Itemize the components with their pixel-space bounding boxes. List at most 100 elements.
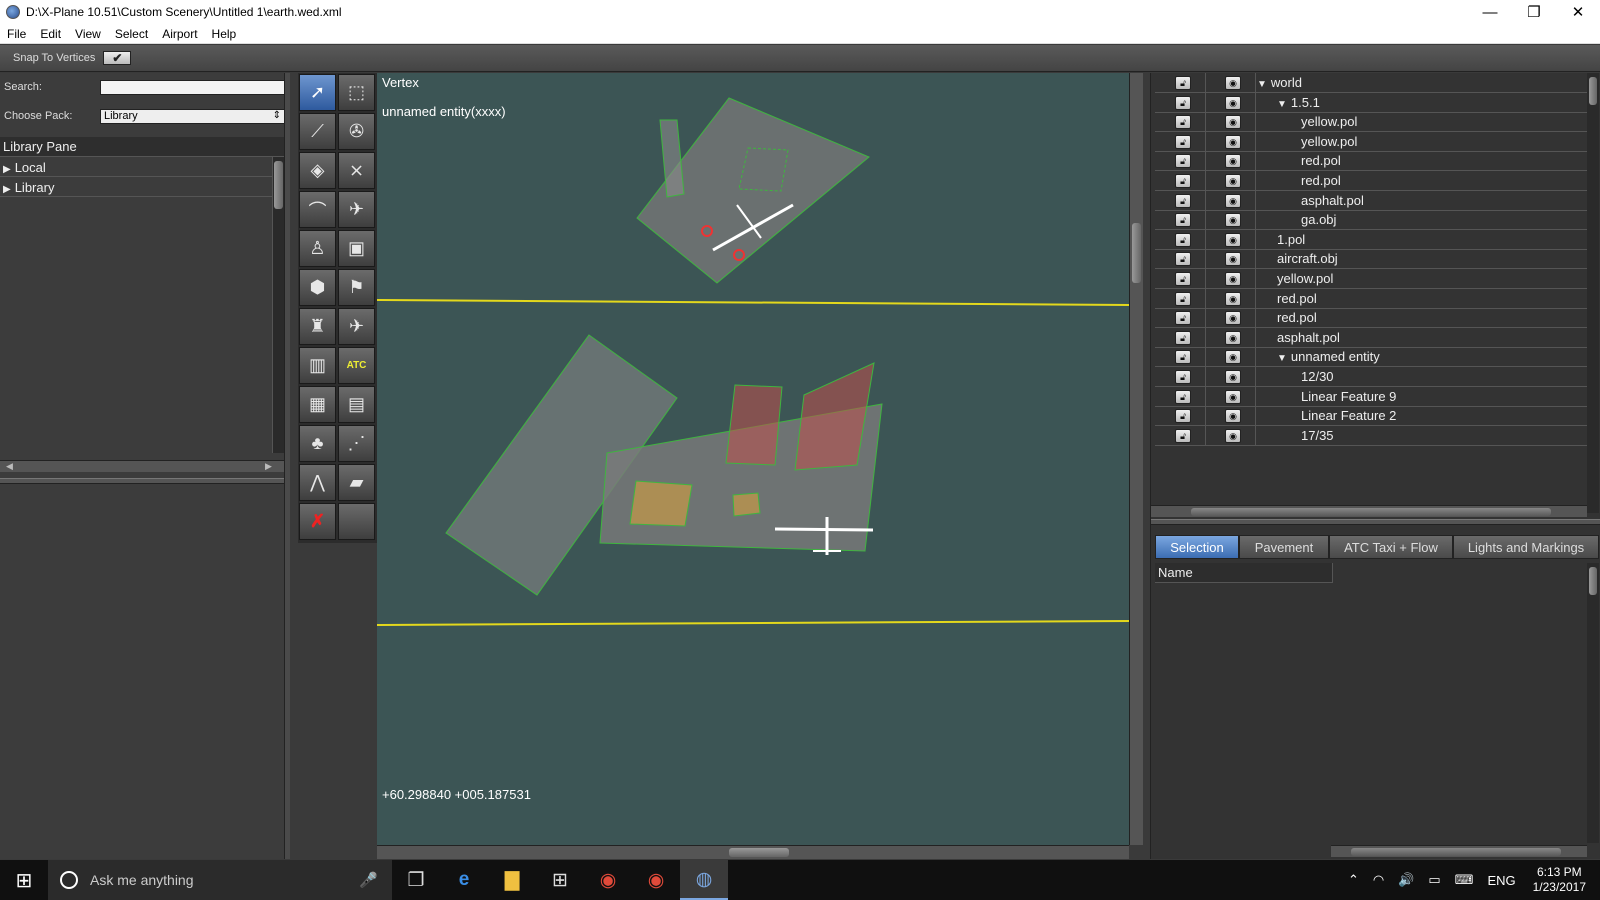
tab-atc-taxi-flow[interactable]: ATC Taxi + Flow bbox=[1329, 535, 1453, 559]
tower-tool-icon[interactable]: ♜ bbox=[299, 308, 336, 345]
lock-icon[interactable]: 🔓︎ bbox=[1175, 252, 1191, 267]
tree-row[interactable]: 🔓︎ ◉ yellow.pol bbox=[1155, 131, 1589, 152]
file-explorer-icon[interactable]: ▇ bbox=[488, 860, 536, 900]
tree-row[interactable]: 🔓︎ ◉ ▼ unnamed entity bbox=[1155, 347, 1589, 368]
task-view-icon[interactable]: ❐ bbox=[392, 860, 440, 900]
property-horizontal-scrollbar[interactable] bbox=[1331, 845, 1587, 857]
scroll-thumb[interactable] bbox=[1132, 223, 1141, 283]
menu-edit[interactable]: Edit bbox=[33, 27, 68, 41]
visibility-eye-icon[interactable]: ◉ bbox=[1225, 370, 1241, 384]
collapse-triangle-icon[interactable]: ▼ bbox=[1257, 79, 1267, 90]
visibility-eye-icon[interactable]: ◉ bbox=[1225, 291, 1241, 306]
expand-triangle-icon[interactable]: ▶ bbox=[3, 180, 11, 199]
yellow-polygon[interactable] bbox=[732, 492, 761, 517]
aircraft-tool-icon[interactable]: ✈ bbox=[338, 308, 375, 345]
line-tool-icon[interactable]: ▤ bbox=[338, 386, 375, 423]
vertex-tool-arrow-icon[interactable]: ➚ bbox=[299, 74, 336, 111]
tab-lights-and-markings[interactable]: Lights and Markings bbox=[1453, 535, 1599, 559]
search-input[interactable] bbox=[100, 79, 286, 95]
minimize-button[interactable]: — bbox=[1468, 0, 1512, 24]
scroll-thumb[interactable] bbox=[1351, 848, 1561, 856]
scroll-left-icon[interactable]: ◀ bbox=[6, 461, 13, 472]
tree-row[interactable]: 🔓︎ ◉ 1.pol bbox=[1155, 229, 1589, 250]
lock-icon[interactable]: 🔓︎ bbox=[1175, 409, 1191, 424]
visibility-eye-icon[interactable]: ◉ bbox=[1225, 311, 1241, 326]
tree-row[interactable]: 🔓︎ ◉ ga.obj bbox=[1155, 210, 1589, 231]
lock-icon[interactable]: 🔓︎ bbox=[1175, 193, 1191, 208]
collapse-triangle-icon[interactable]: ▼ bbox=[1277, 99, 1287, 110]
visibility-eye-icon[interactable]: ◉ bbox=[1225, 134, 1241, 149]
visibility-eye-icon[interactable]: ◉ bbox=[1225, 154, 1241, 169]
menu-help[interactable]: Help bbox=[205, 27, 244, 41]
maximize-button[interactable]: ❐ bbox=[1512, 0, 1556, 24]
draped-polygon-tool-icon[interactable]: ▰ bbox=[338, 464, 375, 501]
lock-icon[interactable]: 🔓︎ bbox=[1175, 350, 1191, 365]
atc-tool-icon[interactable]: ATC bbox=[338, 347, 375, 384]
tree-row[interactable]: 🔓︎ ◉ ▼ world bbox=[1155, 73, 1589, 93]
ramp-start-tool-icon[interactable]: ✈ bbox=[338, 191, 375, 228]
visibility-eye-icon[interactable]: ◉ bbox=[1225, 174, 1241, 188]
close-button[interactable]: ✕ bbox=[1556, 0, 1600, 24]
lock-icon[interactable]: 🔓︎ bbox=[1175, 370, 1191, 384]
edge-browser-icon[interactable]: e bbox=[440, 860, 488, 900]
visibility-eye-icon[interactable]: ◉ bbox=[1225, 115, 1241, 130]
lock-icon[interactable]: 🔓︎ bbox=[1175, 272, 1191, 286]
lock-icon[interactable]: 🔓︎ bbox=[1175, 311, 1191, 326]
lock-icon[interactable]: 🔓︎ bbox=[1175, 174, 1191, 188]
system-clock[interactable]: 6:13 PM 1/23/2017 bbox=[1533, 865, 1586, 895]
expand-triangle-icon[interactable]: ▶ bbox=[3, 160, 11, 179]
hierarchy-horizontal-scrollbar[interactable] bbox=[1151, 505, 1587, 517]
visibility-eye-icon[interactable]: ◉ bbox=[1225, 213, 1241, 228]
tree-row[interactable]: 🔓︎ ◉ red.pol bbox=[1155, 288, 1589, 309]
chrome-icon[interactable]: ◉ bbox=[632, 860, 680, 900]
show-hidden-icons-icon[interactable]: ⌃ bbox=[1348, 872, 1359, 888]
visibility-eye-icon[interactable]: ◉ bbox=[1225, 389, 1241, 404]
library-item-library[interactable]: ▶ Library bbox=[0, 178, 272, 197]
lock-icon[interactable]: 🔓︎ bbox=[1175, 76, 1191, 90]
lock-icon[interactable]: 🔓︎ bbox=[1175, 95, 1191, 110]
map-view[interactable]: Vertex unnamed entity(xxxx) +60.298840 +… bbox=[377, 73, 1129, 845]
map-canvas[interactable] bbox=[377, 73, 1129, 845]
menu-airport[interactable]: Airport bbox=[155, 27, 204, 41]
store-icon[interactable]: ⊞ bbox=[536, 860, 584, 900]
map-vertical-scrollbar[interactable] bbox=[1129, 73, 1143, 845]
visibility-eye-icon[interactable]: ◉ bbox=[1225, 409, 1241, 424]
chrome-icon[interactable]: ◉ bbox=[584, 860, 632, 900]
visibility-eye-icon[interactable]: ◉ bbox=[1225, 350, 1241, 365]
tree-row[interactable]: 🔓︎ ◉ red.pol bbox=[1155, 151, 1589, 172]
visibility-eye-icon[interactable]: ◉ bbox=[1225, 252, 1241, 267]
windsock-tool-icon[interactable]: ⚑ bbox=[338, 269, 375, 306]
tree-row[interactable]: 🔓︎ ◉ asphalt.pol bbox=[1155, 190, 1589, 211]
exclusion-tool-icon[interactable]: ✗ bbox=[299, 503, 336, 540]
string-tool-icon[interactable]: ⋰ bbox=[338, 425, 375, 462]
visibility-eye-icon[interactable]: ◉ bbox=[1225, 232, 1241, 247]
facade-tool-icon[interactable]: ▥ bbox=[299, 347, 336, 384]
sign-tool-icon[interactable]: ▣ bbox=[338, 230, 375, 267]
lock-icon[interactable]: 🔓︎ bbox=[1175, 428, 1191, 443]
menu-view[interactable]: View bbox=[68, 27, 108, 41]
wed-app-icon[interactable]: ◍ bbox=[680, 860, 728, 900]
tree-row[interactable]: 🔓︎ ◉ yellow.pol bbox=[1155, 112, 1589, 133]
tree-row[interactable]: 🔓︎ ◉ red.pol bbox=[1155, 308, 1589, 329]
visibility-eye-icon[interactable]: ◉ bbox=[1225, 428, 1241, 443]
library-vertical-scrollbar[interactable] bbox=[272, 157, 284, 453]
taxi-route-tool-icon[interactable]: ⌒ bbox=[299, 191, 336, 228]
lock-icon[interactable]: 🔓︎ bbox=[1175, 115, 1191, 130]
lock-icon[interactable]: 🔓︎ bbox=[1175, 389, 1191, 404]
map-horizontal-scrollbar[interactable] bbox=[377, 845, 1129, 859]
notifications-icon[interactable]: ▭ bbox=[1428, 872, 1440, 888]
scroll-thumb[interactable] bbox=[1191, 508, 1551, 516]
keyboard-icon[interactable]: ⌨ bbox=[1455, 872, 1474, 888]
scroll-thumb[interactable] bbox=[1589, 567, 1597, 595]
property-vertical-scrollbar[interactable] bbox=[1587, 563, 1599, 843]
menu-file[interactable]: File bbox=[0, 27, 33, 41]
visibility-eye-icon[interactable]: ◉ bbox=[1225, 272, 1241, 286]
tab-selection[interactable]: Selection bbox=[1155, 535, 1239, 559]
lock-icon[interactable]: 🔓︎ bbox=[1175, 213, 1191, 228]
red-polygon[interactable] bbox=[725, 384, 783, 466]
object-tool-icon[interactable]: ⬢ bbox=[299, 269, 336, 306]
tree-tool-icon[interactable]: ♣ bbox=[299, 425, 336, 462]
tree-row[interactable]: 🔓︎ ◉ ▼ 1.5.1 bbox=[1155, 92, 1589, 113]
scroll-thumb[interactable] bbox=[729, 848, 789, 857]
scroll-right-icon[interactable]: ▶ bbox=[265, 461, 272, 472]
